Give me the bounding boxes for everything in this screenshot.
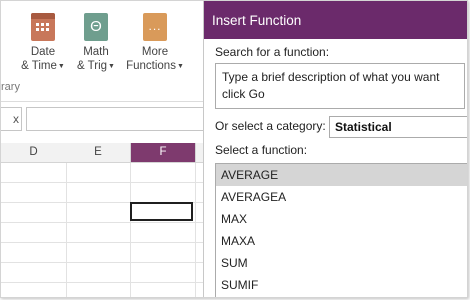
- math-trig-label-1: Math: [83, 46, 109, 58]
- list-item-average[interactable]: AVERAGE: [216, 164, 467, 186]
- more-functions-label-1: More: [141, 46, 169, 58]
- search-input[interactable]: Type a brief description of what you wan…: [215, 63, 465, 109]
- column-header-d[interactable]: D: [1, 143, 67, 163]
- formula-input[interactable]: [26, 107, 208, 131]
- column-header-e[interactable]: E: [66, 143, 131, 163]
- chevron-down-icon: ▼: [57, 63, 65, 70]
- list-item-sum[interactable]: SUM: [216, 252, 467, 274]
- active-cell[interactable]: [130, 202, 193, 221]
- ribbon-group-label: rary: [1, 81, 20, 93]
- chevron-down-icon: ▼: [176, 63, 184, 70]
- ribbon: Date & Time▼ Θ Math & Trig▼ ... More Fun…: [1, 1, 203, 102]
- column-divider: [66, 163, 67, 297]
- search-text-line-2: click Go: [222, 87, 265, 101]
- select-function-label: Select a function:: [215, 143, 308, 157]
- date-time-label-1: Date: [30, 46, 56, 58]
- list-item-sumif[interactable]: SUMIF: [216, 274, 467, 296]
- date-time-label-2: & Time: [21, 60, 57, 72]
- formula-bar: x: [1, 107, 208, 131]
- row-divider: [1, 182, 203, 183]
- row-divider: [1, 262, 203, 263]
- math-trig-label-2: & Trig: [77, 60, 108, 72]
- list-item-averagea[interactable]: AVERAGEA: [216, 186, 467, 208]
- row-divider: [1, 242, 203, 243]
- search-text-line-1: Type a brief description of what you wan…: [222, 70, 440, 84]
- dialog-title: Insert Function: [204, 1, 467, 39]
- insert-function-dialog: Insert Function Search for a function: T…: [203, 1, 467, 297]
- category-label: Or select a category:: [215, 119, 326, 133]
- list-item-max[interactable]: MAX: [216, 208, 467, 230]
- fx-label[interactable]: x: [1, 107, 22, 131]
- column-header-f[interactable]: F: [131, 143, 196, 163]
- math-trig-button[interactable]: Θ Math & Trig▼: [69, 13, 123, 74]
- spreadsheet-grid: D E F: [1, 143, 205, 297]
- theta-icon: Θ: [84, 13, 108, 41]
- window: Date & Time▼ Θ Math & Trig▼ ... More Fun…: [0, 0, 468, 298]
- more-functions-icon: ...: [143, 13, 167, 41]
- list-item-maxa[interactable]: MAXA: [216, 230, 467, 252]
- calendar-icon: [31, 13, 55, 41]
- date-time-button[interactable]: Date & Time▼: [16, 13, 70, 74]
- row-divider: [1, 282, 203, 283]
- chevron-down-icon: ▼: [108, 63, 115, 70]
- search-label: Search for a function:: [215, 45, 330, 59]
- more-functions-button[interactable]: ... More Functions▼: [125, 13, 185, 74]
- category-select[interactable]: Statistical: [329, 116, 467, 138]
- column-divider: [195, 163, 196, 297]
- column-divider: [130, 163, 131, 297]
- more-functions-label-2: Functions: [126, 60, 176, 72]
- row-divider: [1, 222, 203, 223]
- function-list[interactable]: AVERAGE AVERAGEA MAX MAXA SUM SUMIF: [215, 163, 467, 297]
